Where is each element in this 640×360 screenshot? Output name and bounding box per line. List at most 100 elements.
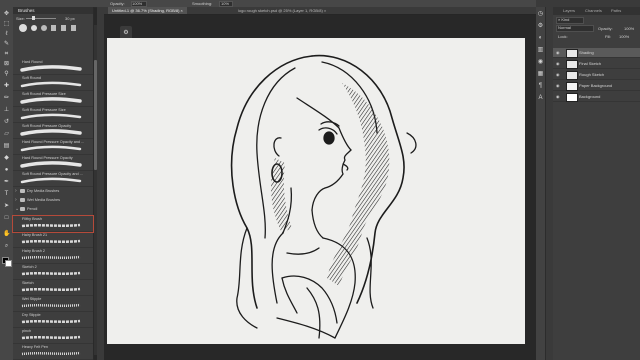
visibility-eye-icon[interactable]: ◉	[556, 61, 560, 66]
brush-tip[interactable]	[41, 25, 47, 31]
brush-preset[interactable]: Hairy Brush 21	[13, 232, 93, 248]
quick-select-icon[interactable]: ✎	[3, 41, 10, 48]
layer-fill-value[interactable]: 100%	[619, 34, 629, 39]
chevron-right-icon[interactable]: ›	[15, 188, 17, 194]
brush-preset[interactable]: Soft Round Pressure Size	[13, 91, 93, 107]
crop-icon[interactable]: ⌗	[3, 51, 10, 58]
zoom-icon[interactable]: ⌕	[3, 243, 10, 250]
healing-icon[interactable]: ✚	[3, 83, 10, 90]
history-brush-icon[interactable]: ↺	[3, 119, 10, 126]
tab-layers[interactable]: Layers	[561, 7, 577, 15]
brush-preset[interactable]: Sketch	[13, 280, 93, 296]
tab-label: logo rough sketch.psd @ 25% (Layer 1, RG…	[238, 8, 323, 13]
brush-preset[interactable]: Soft Round Pressure Opacity	[13, 123, 93, 139]
visibility-eye-icon[interactable]: ◉	[556, 72, 560, 77]
brush-preset-label: Soft Round Pressure Opacity and ...	[22, 172, 83, 176]
opacity-label: Opacity:	[598, 26, 613, 31]
frame-icon[interactable]: ⊠	[3, 61, 10, 68]
brush-tip[interactable]	[61, 25, 66, 31]
brush-preset-label: Hard Round Pressure Opacity and ...	[22, 140, 85, 144]
brush-folder-label: Dry Media Brushes	[27, 189, 60, 193]
brush-preset[interactable]: Sketch 2	[13, 264, 93, 280]
layer-thumbnail	[566, 93, 578, 102]
layer-row[interactable]: ◉ Paper Background	[553, 81, 640, 91]
layers-panel-tabs: Layers Channels Paths	[553, 7, 640, 15]
brush-tip[interactable]	[51, 25, 56, 31]
brushes-panel: Brushes Size: 30 px Hard Round Soft Round…	[12, 7, 94, 360]
swatches-icon[interactable]: ▦	[537, 71, 544, 78]
layer-row[interactable]: ◉ Background	[553, 92, 640, 102]
brush-tip[interactable]	[71, 25, 76, 31]
move-icon[interactable]: ✥	[3, 11, 10, 18]
brush-tip[interactable]	[31, 25, 37, 31]
tab-channels[interactable]: Channels	[583, 7, 604, 15]
marquee-icon[interactable]: ⬚	[3, 21, 10, 28]
layer-row[interactable]: ◉ Rough Sketch	[553, 70, 640, 80]
brush-preset[interactable]: Hard Round Pressure Opacity and ...	[13, 139, 93, 155]
chevron-right-icon[interactable]: ›	[15, 197, 17, 203]
background-color-swatch[interactable]	[5, 260, 12, 267]
pen-icon[interactable]: ✒	[3, 179, 10, 186]
dodge-icon[interactable]: ●	[3, 167, 10, 174]
gradient-icon[interactable]: ▤	[3, 143, 10, 150]
properties-icon[interactable]: ⚙	[537, 23, 544, 30]
chevron-down-icon[interactable]: ⌄	[15, 206, 19, 212]
visibility-eye-icon[interactable]: ◉	[556, 50, 560, 55]
brush-folder[interactable]: › Wet Media Brushes	[13, 196, 93, 205]
brush-stroke-preview	[20, 81, 82, 88]
brush-preset[interactable]: Soft Round	[13, 75, 93, 91]
brush-preset-label: Sketch 2	[22, 265, 37, 269]
folder-icon	[20, 198, 25, 202]
history-icon[interactable]: ◷	[537, 11, 544, 18]
brush-folder[interactable]: ⌄ Pencil	[13, 205, 93, 214]
tab-paths[interactable]: Paths	[609, 7, 623, 15]
size-slider-handle[interactable]	[32, 16, 35, 20]
tab-untitled-1[interactable]: Untitled-1 @ 36.7% (Shading, RGB/8) ×	[108, 7, 187, 14]
brush-preset[interactable]: Hairy Brush 2	[13, 248, 93, 264]
visibility-eye-icon[interactable]: ◉	[556, 94, 560, 99]
color-icon[interactable]: ◉	[537, 59, 544, 66]
eyedropper-icon[interactable]: ⚲	[3, 71, 10, 78]
size-value[interactable]: 30 px	[65, 16, 75, 21]
brush-icon[interactable]: ✏	[3, 95, 10, 102]
sketch-illustration	[230, 54, 417, 339]
brush-preset[interactable]: Soft Round Pressure Size	[13, 107, 93, 123]
brush-preset[interactable]: pinch	[13, 328, 93, 344]
character-icon[interactable]: A	[537, 95, 544, 102]
brush-stroke-preview	[20, 97, 82, 104]
hand-icon[interactable]: ✋	[3, 231, 10, 238]
brush-stroke-preview	[21, 287, 81, 292]
paragraph-icon[interactable]: ¶	[537, 83, 544, 90]
brush-tip[interactable]	[19, 24, 27, 32]
tab-logo-rough-sketch[interactable]: logo rough sketch.psd @ 25% (Layer 1, RG…	[234, 7, 330, 14]
eraser-icon[interactable]: ▱	[3, 131, 10, 138]
size-slider[interactable]	[26, 18, 56, 19]
layer-row[interactable]: ◉ Final Sketch	[553, 59, 640, 69]
adjustments-icon[interactable]: ◐	[537, 35, 544, 42]
brush-preset-label: Hairy Brush 21	[22, 233, 48, 237]
layer-opacity-value[interactable]: 100%	[624, 26, 634, 31]
canvas-paper[interactable]	[107, 38, 525, 344]
brushes-tab[interactable]: Brushes	[15, 7, 38, 14]
smoothing-label: Smoothing:	[192, 1, 213, 6]
brush-folder[interactable]: › Dry Media Brushes	[13, 187, 93, 196]
path-select-icon[interactable]: ➤	[3, 203, 10, 210]
blend-mode-value: Normal	[558, 25, 571, 30]
brush-preset[interactable]: Hard Round	[13, 59, 93, 75]
lasso-icon[interactable]: ℓ	[3, 31, 10, 38]
brush-preset[interactable]: Hard Round Pressure Opacity	[13, 155, 93, 171]
libraries-icon[interactable]: ▥	[537, 47, 544, 54]
stamp-icon[interactable]: ⊥	[3, 107, 10, 114]
brush-preset[interactable]: Heavy Felt Pen	[13, 344, 93, 360]
layer-row[interactable]: ◉ Shading	[553, 48, 640, 58]
brush-preset[interactable]: Wet Stipple	[13, 296, 93, 312]
tools-toolbar: ✥ ⬚ ℓ ✎ ⌗ ⊠ ⚲ ✚ ✏ ⊥ ↺ ▱ ▤ ◆ ● ✒ T ➤ □ ✋ …	[0, 7, 14, 360]
visibility-eye-icon[interactable]: ◉	[556, 83, 560, 88]
layer-name: Final Sketch	[579, 61, 602, 66]
brush-preset[interactable]: Soft Round Pressure Opacity and ...	[13, 171, 93, 187]
brush-preset[interactable]: Dry Stipple	[13, 312, 93, 328]
brush-preset[interactable]: Filthy Brush	[12, 215, 94, 233]
rectangle-icon[interactable]: □	[3, 215, 10, 222]
blur-icon[interactable]: ◆	[3, 155, 10, 162]
type-icon[interactable]: T	[3, 191, 10, 198]
